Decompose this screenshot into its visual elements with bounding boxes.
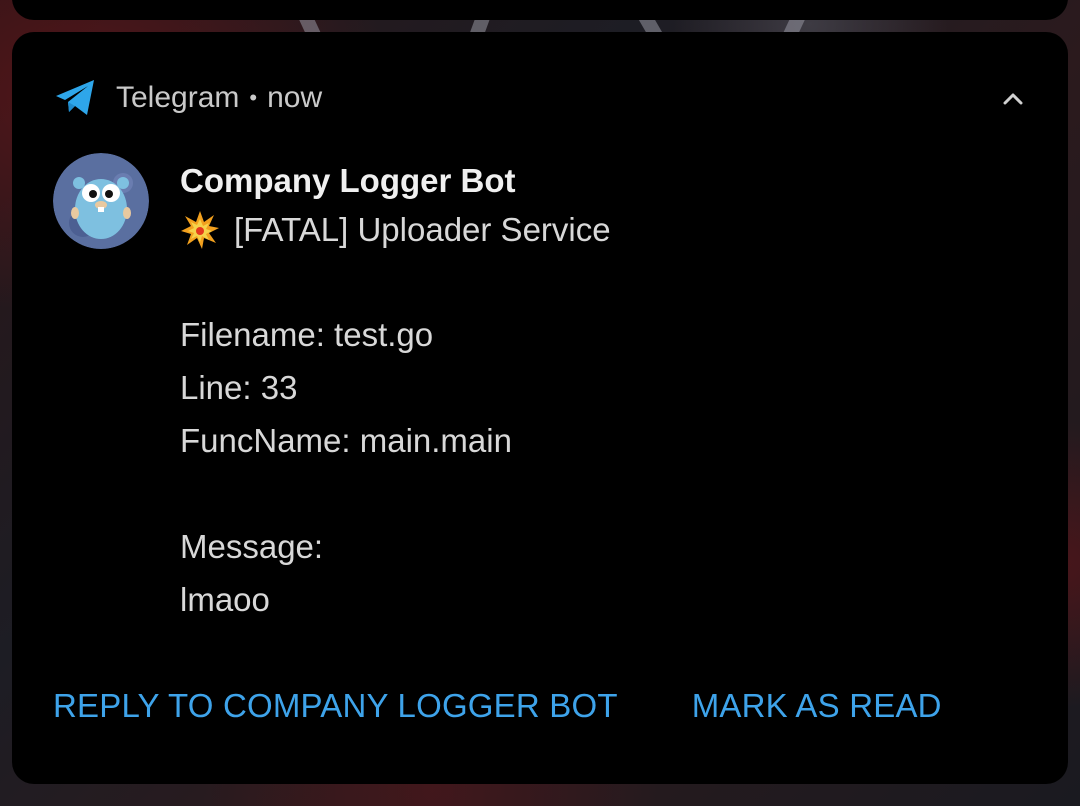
chevron-up-icon[interactable] <box>998 84 1028 114</box>
notification-title: Company Logger Bot <box>180 162 516 199</box>
collision-emoji-icon <box>180 210 220 250</box>
notification-body: Filename: test.go Line: 33 FuncName: mai… <box>180 308 1020 626</box>
app-name: Telegram <box>116 81 240 114</box>
notification-actions: REPLY TO COMPANY LOGGER BOT MARK AS READ <box>53 684 942 728</box>
notification-content: Company Logger Bot [FATAL] Uploader Serv… <box>180 158 1020 626</box>
telegram-plane-icon <box>54 78 98 118</box>
header-separator: • <box>249 85 258 110</box>
gopher-avatar <box>53 153 149 249</box>
mark-as-read-button[interactable]: MARK AS READ <box>692 684 942 728</box>
body-line: Line: 33 <box>180 369 298 406</box>
body-message-text: lmaoo <box>180 581 270 618</box>
body-funcname: FuncName: main.main <box>180 422 512 459</box>
body-filename: Filename: test.go <box>180 316 434 353</box>
notification-card[interactable]: Telegram • now Company Logger Bot [FATAL… <box>12 32 1068 784</box>
notification-header: Telegram • now <box>54 78 322 118</box>
previous-notification-card[interactable] <box>12 0 1068 20</box>
notification-subtitle-row: [FATAL] Uploader Service <box>180 204 1020 256</box>
notification-time: now <box>267 81 323 114</box>
reply-button[interactable]: REPLY TO COMPANY LOGGER BOT <box>53 684 618 728</box>
notification-subtitle: [FATAL] Uploader Service <box>234 211 611 248</box>
body-message-label: Message: <box>180 528 324 565</box>
